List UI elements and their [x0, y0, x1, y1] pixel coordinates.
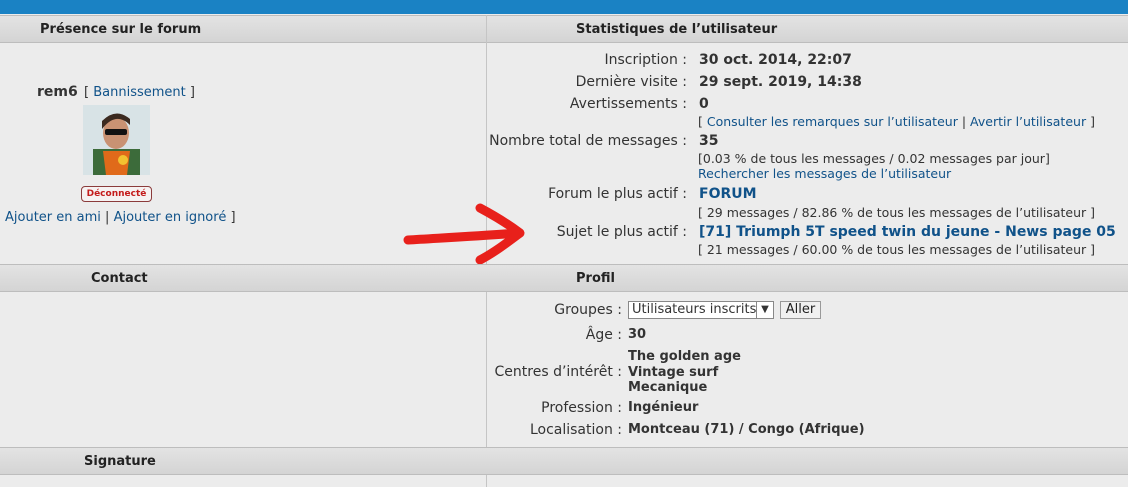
inscription-value: 30 oct. 2014, 22:07 — [699, 52, 852, 68]
presence-header-label: Présence sur le forum — [40, 22, 202, 37]
profession-label: Profession : — [541, 400, 622, 416]
avatar-image — [83, 105, 150, 175]
warning-actions: [ Consulter les remarques sur l’utilisat… — [698, 114, 1095, 129]
last-visit-value: 29 sept. 2019, 14:38 — [699, 74, 862, 90]
interest-item: The golden age — [628, 349, 741, 364]
messages-label: Nombre total de messages : — [489, 133, 687, 149]
stat-row-messages: Nombre total de messages : 35 — [487, 133, 1128, 153]
bracket-close: ] — [230, 210, 236, 225]
signature-header-label: Signature — [84, 454, 156, 469]
stat-row-active-topic: Sujet le plus actif : [71] Triumph 5T sp… — [487, 224, 1128, 244]
add-friend-link[interactable]: Ajouter en ami — [5, 210, 101, 225]
location-value: Montceau (71) / Congo (Afrique) — [628, 422, 865, 437]
bracket-close: ] — [189, 85, 195, 100]
warn-user-link[interactable]: Avertir l’utilisateur — [970, 114, 1086, 129]
active-topic-link[interactable]: [71] Triumph 5T speed twin du jeune - Ne… — [699, 224, 1116, 240]
profile-row-interests: Centres d’intérêt : — [487, 364, 1128, 384]
ban-link-group: [ Bannissement ] — [84, 85, 195, 100]
stats-header: Statistiques de l’utilisateur — [487, 15, 1128, 43]
ban-link[interactable]: Bannissement — [93, 85, 186, 100]
forum-stats: [ 29 messages / 82.86 % de tous les mess… — [698, 205, 1096, 220]
status-badge: Déconnecté — [81, 186, 152, 202]
separator: | — [961, 114, 967, 129]
contact-header: Contact — [0, 264, 487, 292]
bracket-open: [ — [698, 114, 703, 129]
presence-header: Présence sur le forum — [0, 15, 487, 43]
bracket-open: [ — [84, 85, 90, 100]
profile-row-location: Localisation : Montceau (71) / Congo (Af… — [487, 422, 1128, 442]
signature-header: Signature — [0, 447, 487, 475]
last-visit-label: Dernière visite : — [575, 74, 687, 90]
profile-header-label: Profil — [576, 271, 615, 286]
stats-header-label: Statistiques de l’utilisateur — [576, 22, 778, 37]
groups-selected-value: Utilisateurs inscrits — [632, 302, 757, 317]
chevron-down-icon: ▼ — [756, 302, 773, 318]
top-accent-bar — [0, 0, 1128, 14]
profile-row-age: Âge : 30 — [487, 327, 1128, 347]
red-arrow-annotation — [403, 203, 525, 265]
stat-row-inscription: Inscription : 30 oct. 2014, 22:07 — [487, 52, 1128, 72]
messages-pct: [0.03 % de tous les messages / 0.02 mess… — [698, 151, 1050, 166]
add-ignore-link[interactable]: Ajouter en ignoré — [114, 210, 227, 225]
interests-label: Centres d’intérêt : — [494, 364, 622, 380]
stat-row-active-forum: Forum le plus actif : FORUM — [487, 186, 1128, 206]
separator: | — [105, 210, 110, 225]
inscription-label: Inscription : — [604, 52, 687, 68]
groups-select[interactable]: Utilisateurs inscrits ▼ — [628, 301, 774, 319]
profession-value: Ingénieur — [628, 400, 699, 415]
stat-row-warnings: Avertissements : 0 — [487, 96, 1128, 116]
bracket-close: ] — [1090, 114, 1095, 129]
groups-label: Groupes : — [554, 302, 622, 318]
age-label: Âge : — [585, 327, 622, 343]
location-label: Localisation : — [529, 422, 622, 438]
go-button[interactable]: Aller — [780, 301, 821, 319]
stat-row-last-visit: Dernière visite : 29 sept. 2019, 14:38 — [487, 74, 1128, 94]
friend-actions: Ajouter en ami | Ajouter en ignoré ] — [5, 210, 236, 225]
warnings-label: Avertissements : — [569, 96, 687, 112]
contact-header-label: Contact — [91, 271, 148, 286]
active-forum-link[interactable]: FORUM — [699, 186, 757, 202]
profile-header: Profil — [487, 264, 1128, 292]
search-messages-link[interactable]: Rechercher les messages de l’utilisateur — [698, 166, 951, 181]
topic-stats: [ 21 messages / 60.00 % de tous les mess… — [698, 242, 1096, 257]
username[interactable]: rem6 — [37, 84, 78, 100]
view-remarks-link[interactable]: Consulter les remarques sur l’utilisateu… — [707, 114, 958, 129]
signature-header-right — [487, 447, 1128, 475]
age-value: 30 — [628, 327, 647, 342]
messages-value: 35 — [699, 133, 719, 149]
profile-row-profession: Profession : Ingénieur — [487, 400, 1128, 420]
avatar[interactable] — [83, 105, 150, 175]
warnings-value: 0 — [699, 96, 709, 112]
